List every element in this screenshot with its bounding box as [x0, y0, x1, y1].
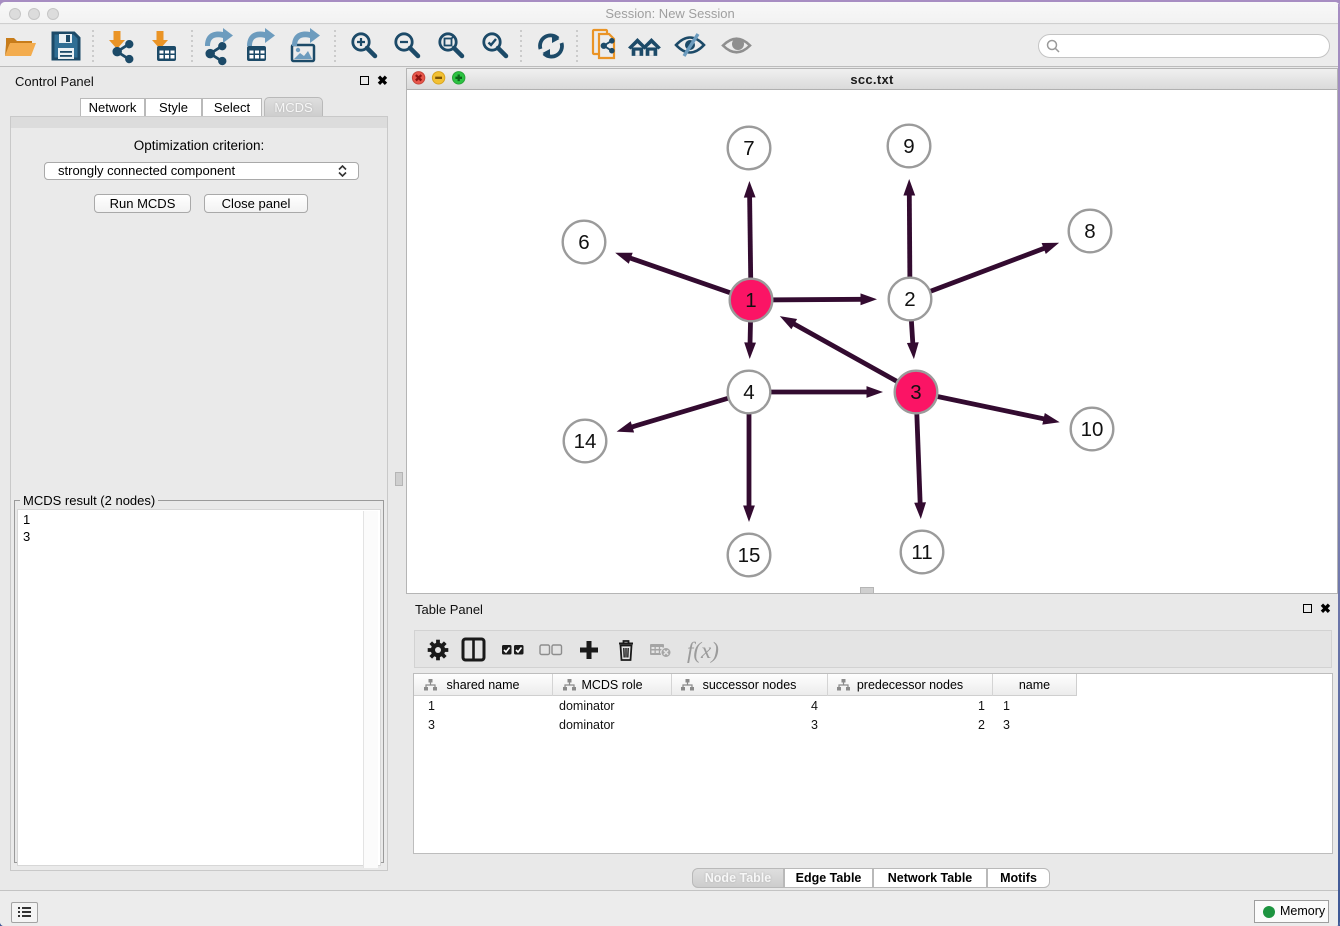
svg-text:f(x): f(x)	[687, 638, 719, 663]
svg-text:4: 4	[743, 381, 754, 404]
svg-text:6: 6	[578, 231, 589, 254]
svg-text:3: 3	[910, 381, 921, 404]
svg-text:8: 8	[1084, 220, 1095, 243]
svg-text:15: 15	[738, 544, 761, 567]
svg-text:9: 9	[903, 135, 914, 158]
svg-text:2: 2	[904, 288, 915, 311]
svg-text:7: 7	[743, 137, 754, 160]
svg-text:1: 1	[745, 289, 756, 312]
svg-text:10: 10	[1081, 418, 1104, 441]
svg-text:11: 11	[911, 541, 932, 564]
svg-text:14: 14	[574, 430, 597, 453]
